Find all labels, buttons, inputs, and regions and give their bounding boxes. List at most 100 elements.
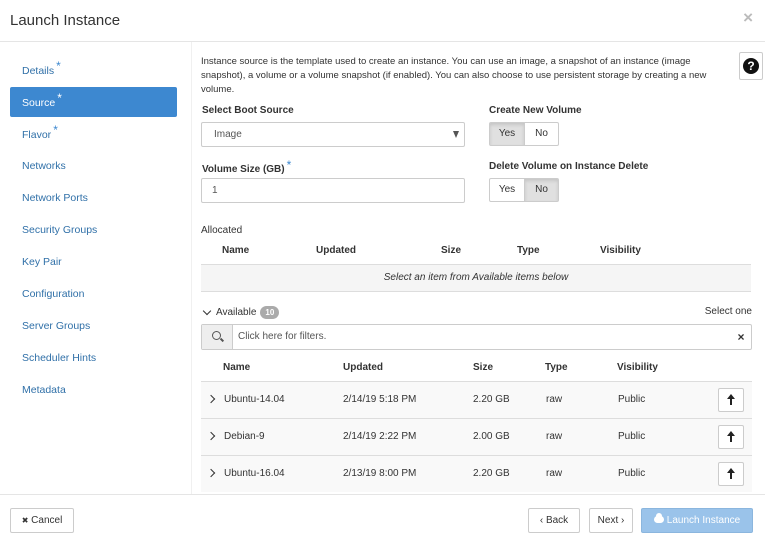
launch-instance-button[interactable]: Launch Instance xyxy=(641,508,753,533)
available-col-visibility[interactable]: Visibility xyxy=(617,362,658,373)
volume-size-label: Volume Size (GB) * xyxy=(202,158,291,175)
boot-source-label: Select Boot Source xyxy=(202,105,294,116)
allocated-col-visibility[interactable]: Visibility xyxy=(600,245,641,256)
allocate-button[interactable] xyxy=(718,462,744,486)
filter-input[interactable]: Click here for filters. xyxy=(233,325,731,349)
wizard-sidebar: Details * Source * Flavor * Networks Networ… xyxy=(10,54,177,406)
row-updated: 2/14/19 5:18 PM xyxy=(343,394,417,405)
row-size: 2.20 GB xyxy=(473,468,510,479)
search-icon xyxy=(212,331,221,340)
available-col-name[interactable]: Name xyxy=(223,362,250,373)
chevron-down-icon xyxy=(202,306,212,316)
back-label: Back xyxy=(545,515,569,526)
sidebar-item-key-pair[interactable]: Key Pair xyxy=(10,246,177,278)
sidebar-item-security-groups[interactable]: Security Groups xyxy=(10,214,177,246)
next-label: Next xyxy=(597,515,619,526)
allocated-empty-message: Select an item from Available items belo… xyxy=(201,264,751,292)
available-col-size[interactable]: Size xyxy=(473,362,493,373)
delete-volume-no-button[interactable]: No xyxy=(525,178,559,202)
allocated-col-updated[interactable]: Updated xyxy=(316,245,356,256)
available-col-type[interactable]: Type xyxy=(545,362,568,373)
sidebar-item-label: Server Groups xyxy=(22,320,91,332)
available-col-updated[interactable]: Updated xyxy=(343,362,383,373)
create-volume-no-button[interactable]: No xyxy=(525,122,559,146)
create-volume-toggle: Yes No xyxy=(489,122,559,146)
select-one-hint: Select one xyxy=(704,306,752,317)
table-row: Ubuntu-16.04 2/13/19 8:00 PM 2.20 GB raw… xyxy=(201,455,752,492)
allocate-button[interactable] xyxy=(718,425,744,449)
sidebar-item-label: Details xyxy=(22,65,55,77)
row-visibility: Public xyxy=(618,431,646,442)
create-volume-label: Create New Volume xyxy=(489,105,582,116)
modal-footer: ✖ Cancel ‹ Back Next › Launch Instance xyxy=(0,494,765,537)
row-updated: 2/13/19 8:00 PM xyxy=(343,468,417,479)
arrow-up-shaft xyxy=(730,471,732,479)
allocated-col-name[interactable]: Name xyxy=(222,245,249,256)
search-addon xyxy=(202,325,233,349)
sidebar-divider xyxy=(191,42,192,494)
cloud-upload-icon xyxy=(653,513,664,523)
caret-down-icon xyxy=(453,131,459,138)
row-size: 2.00 GB xyxy=(473,431,510,442)
available-toggle[interactable]: Available 10 xyxy=(201,306,280,319)
expand-row-icon[interactable] xyxy=(206,394,216,404)
close-icon: ✖ xyxy=(21,516,29,525)
sidebar-item-scheduler-hints[interactable]: Scheduler Hints xyxy=(10,342,177,374)
required-marker: * xyxy=(57,91,62,105)
modal-header: Launch Instance × xyxy=(0,0,765,42)
arrow-up-shaft xyxy=(730,434,732,442)
volume-size-input[interactable]: 1 xyxy=(201,178,465,203)
launch-label: Launch Instance xyxy=(666,515,741,526)
chevron-left-icon: ‹ xyxy=(539,515,544,526)
required-marker: * xyxy=(53,123,58,137)
sidebar-item-flavor[interactable]: Flavor * xyxy=(10,118,177,150)
row-name: Ubuntu-14.04 xyxy=(224,394,285,405)
row-name: Debian-9 xyxy=(224,431,265,442)
row-visibility: Public xyxy=(618,394,646,405)
table-row: Ubuntu-14.04 2/14/19 5:18 PM 2.20 GB raw… xyxy=(201,381,752,418)
sidebar-item-details[interactable]: Details * xyxy=(10,54,177,86)
cancel-button[interactable]: ✖ Cancel xyxy=(10,508,74,533)
table-row: Debian-9 2/14/19 2:22 PM 2.00 GB raw Pub… xyxy=(201,418,752,455)
boot-source-value: Image xyxy=(214,129,242,140)
delete-volume-yes-button[interactable]: Yes xyxy=(489,178,525,202)
sidebar-item-label: Flavor xyxy=(22,129,52,141)
help-button[interactable]: ? xyxy=(739,52,763,80)
sidebar-item-server-groups[interactable]: Server Groups xyxy=(10,310,177,342)
close-icon[interactable]: × xyxy=(743,8,753,28)
allocated-col-size[interactable]: Size xyxy=(441,245,461,256)
create-volume-yes-button[interactable]: Yes xyxy=(489,122,525,146)
next-button[interactable]: Next › xyxy=(589,508,633,533)
sidebar-item-networks[interactable]: Networks xyxy=(10,150,177,182)
expand-row-icon[interactable] xyxy=(206,431,216,441)
expand-row-icon[interactable] xyxy=(206,468,216,478)
sidebar-item-label: Network Ports xyxy=(22,192,88,204)
available-count-badge: 10 xyxy=(260,306,280,319)
row-type: raw xyxy=(546,468,563,479)
row-size: 2.20 GB xyxy=(473,394,510,405)
allocate-button[interactable] xyxy=(718,388,744,412)
sidebar-item-label: Scheduler Hints xyxy=(22,352,97,364)
delete-volume-label: Delete Volume on Instance Delete xyxy=(489,161,649,172)
question-icon: ? xyxy=(743,58,759,74)
row-visibility: Public xyxy=(618,468,646,479)
sidebar-item-label: Configuration xyxy=(22,288,85,300)
sidebar-item-label: Metadata xyxy=(22,384,66,396)
available-label: Available xyxy=(216,307,257,318)
clear-filter-icon[interactable]: × xyxy=(731,325,751,349)
sidebar-item-label: Key Pair xyxy=(22,256,62,268)
filter-bar: Click here for filters. × xyxy=(201,324,752,350)
sidebar-item-network-ports[interactable]: Network Ports xyxy=(10,182,177,214)
row-name: Ubuntu-16.04 xyxy=(224,468,285,479)
source-intro-text: Instance source is the template used to … xyxy=(201,56,707,95)
sidebar-item-metadata[interactable]: Metadata xyxy=(10,374,177,406)
back-button[interactable]: ‹ Back xyxy=(528,508,580,533)
allocated-col-type[interactable]: Type xyxy=(517,245,540,256)
sidebar-item-source[interactable]: Source * xyxy=(10,87,177,117)
required-marker: * xyxy=(56,59,61,73)
sidebar-item-label: Security Groups xyxy=(22,224,98,236)
arrow-up-shaft xyxy=(730,397,732,405)
sidebar-item-label: Networks xyxy=(22,160,66,172)
sidebar-item-configuration[interactable]: Configuration xyxy=(10,278,177,310)
boot-source-select[interactable]: Image xyxy=(201,122,465,147)
